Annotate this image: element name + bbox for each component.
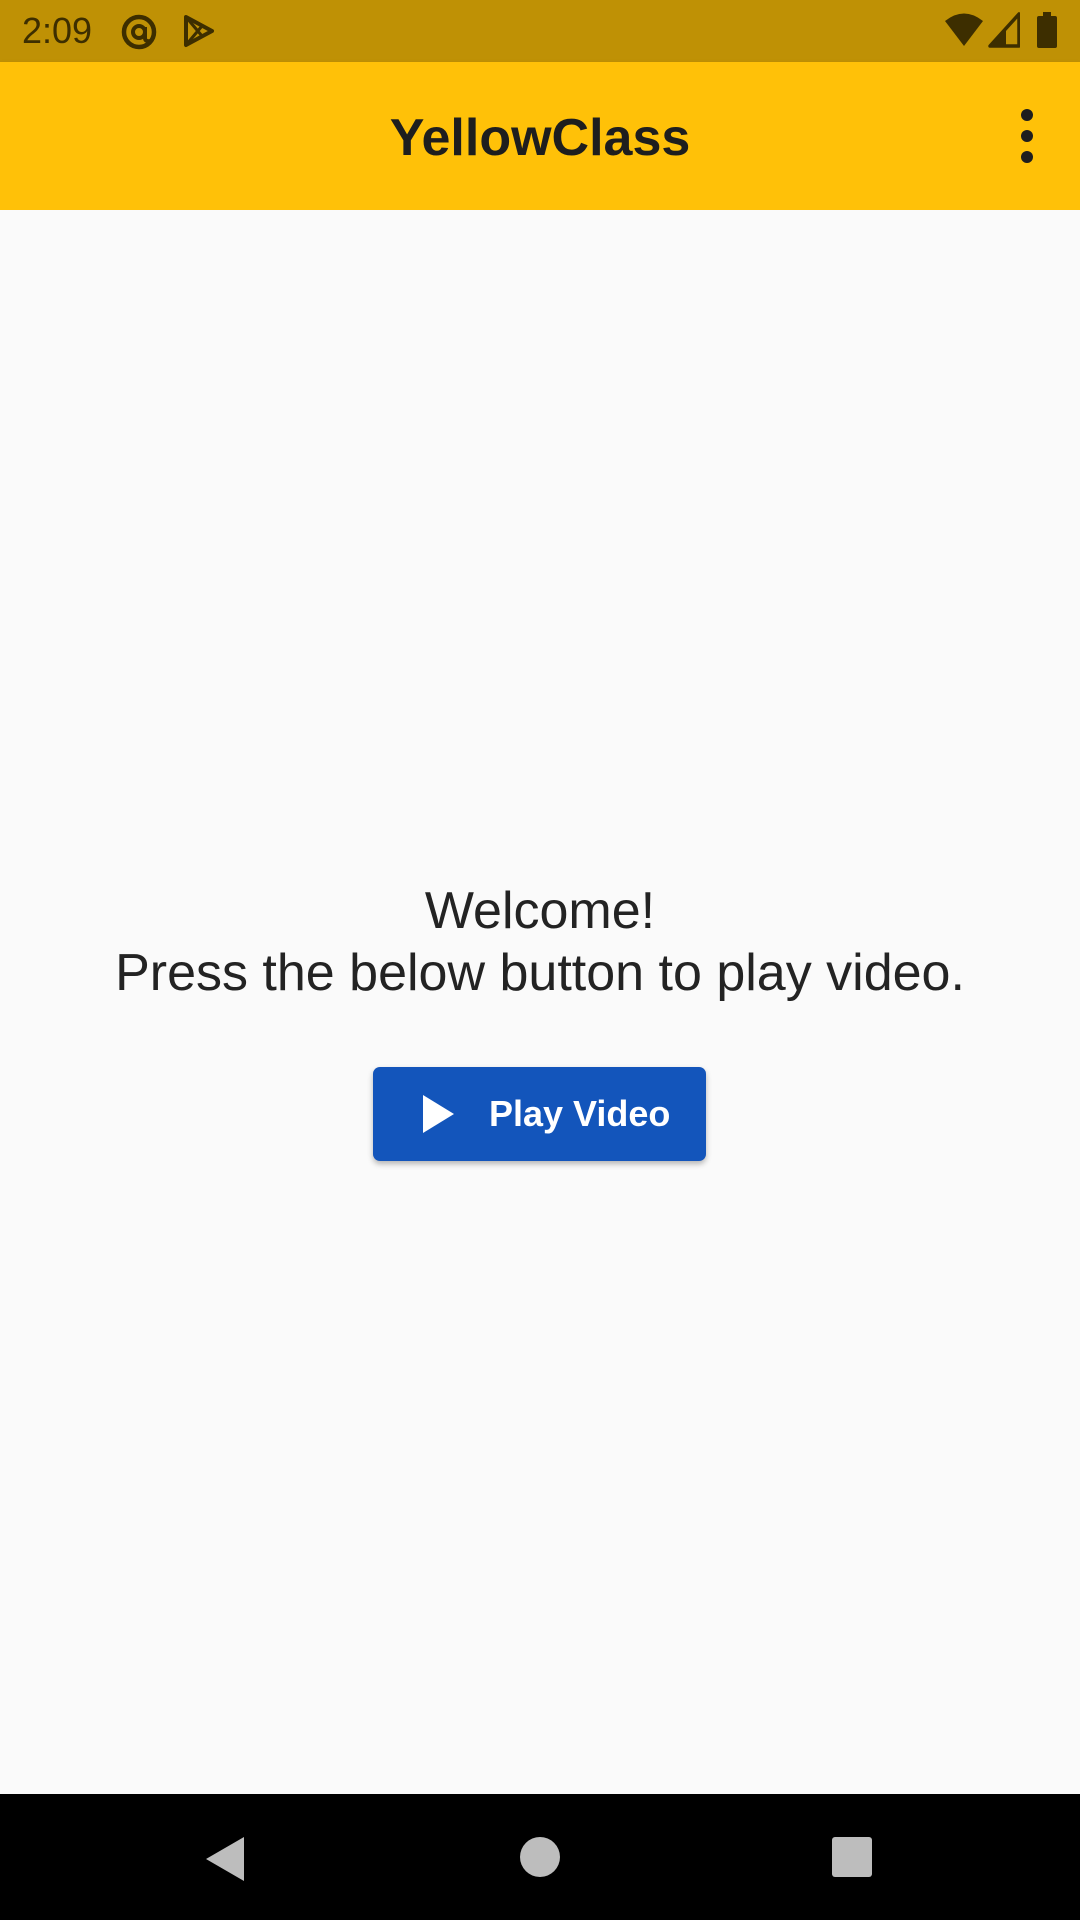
cellular-signal-icon	[988, 12, 1020, 48]
app-bar: YellowClass	[0, 62, 1080, 210]
at-sign-icon	[121, 14, 157, 50]
play-video-button[interactable]: Play Video	[373, 1067, 706, 1161]
instruction-line: Press the below button to play video.	[115, 944, 965, 1002]
recents-icon[interactable]	[832, 1837, 872, 1877]
play-video-label: Play Video	[489, 1093, 671, 1134]
welcome-message: Welcome! Press the below button to play …	[0, 880, 1080, 1004]
navigation-bar	[0, 1794, 1080, 1920]
back-icon[interactable]	[206, 1837, 244, 1881]
play-icon	[423, 1095, 454, 1133]
wifi-icon	[945, 13, 983, 46]
main-content: Welcome! Press the below button to play …	[0, 210, 1080, 1794]
play-store-icon	[184, 15, 214, 47]
welcome-line: Welcome!	[424, 882, 656, 940]
battery-icon	[1037, 12, 1057, 48]
status-time: 2:09	[22, 10, 93, 51]
screen: 2:09 YellowClass Welcome! Press the belo…	[0, 0, 1080, 1920]
home-icon[interactable]	[520, 1837, 560, 1877]
more-options-button[interactable]	[992, 96, 1062, 176]
status-bar: 2:09	[0, 0, 1080, 62]
app-title: YellowClass	[389, 109, 691, 167]
more-vert-icon	[1021, 109, 1033, 163]
